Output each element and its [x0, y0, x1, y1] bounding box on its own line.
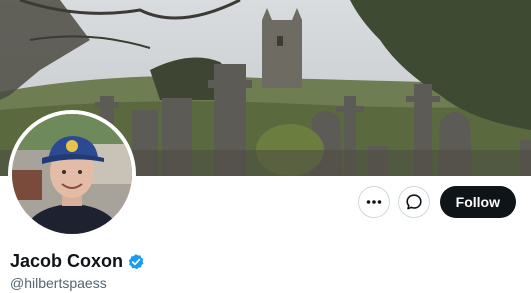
display-name: Jacob Coxon: [10, 251, 124, 271]
profile-handle: @hilbertspaess: [10, 275, 107, 291]
message-bubble-icon: [406, 194, 422, 210]
profile-name-row: Jacob Coxon: [10, 251, 145, 272]
message-button[interactable]: [397, 186, 430, 218]
verified-badge-icon[interactable]: [127, 253, 145, 271]
profile-actions: Follow: [357, 186, 516, 218]
avatar-image: [12, 114, 132, 234]
follow-button[interactable]: Follow: [439, 186, 516, 218]
more-horizontal-icon: [366, 200, 381, 204]
profile-avatar[interactable]: [8, 110, 136, 238]
more-button[interactable]: [357, 186, 390, 218]
